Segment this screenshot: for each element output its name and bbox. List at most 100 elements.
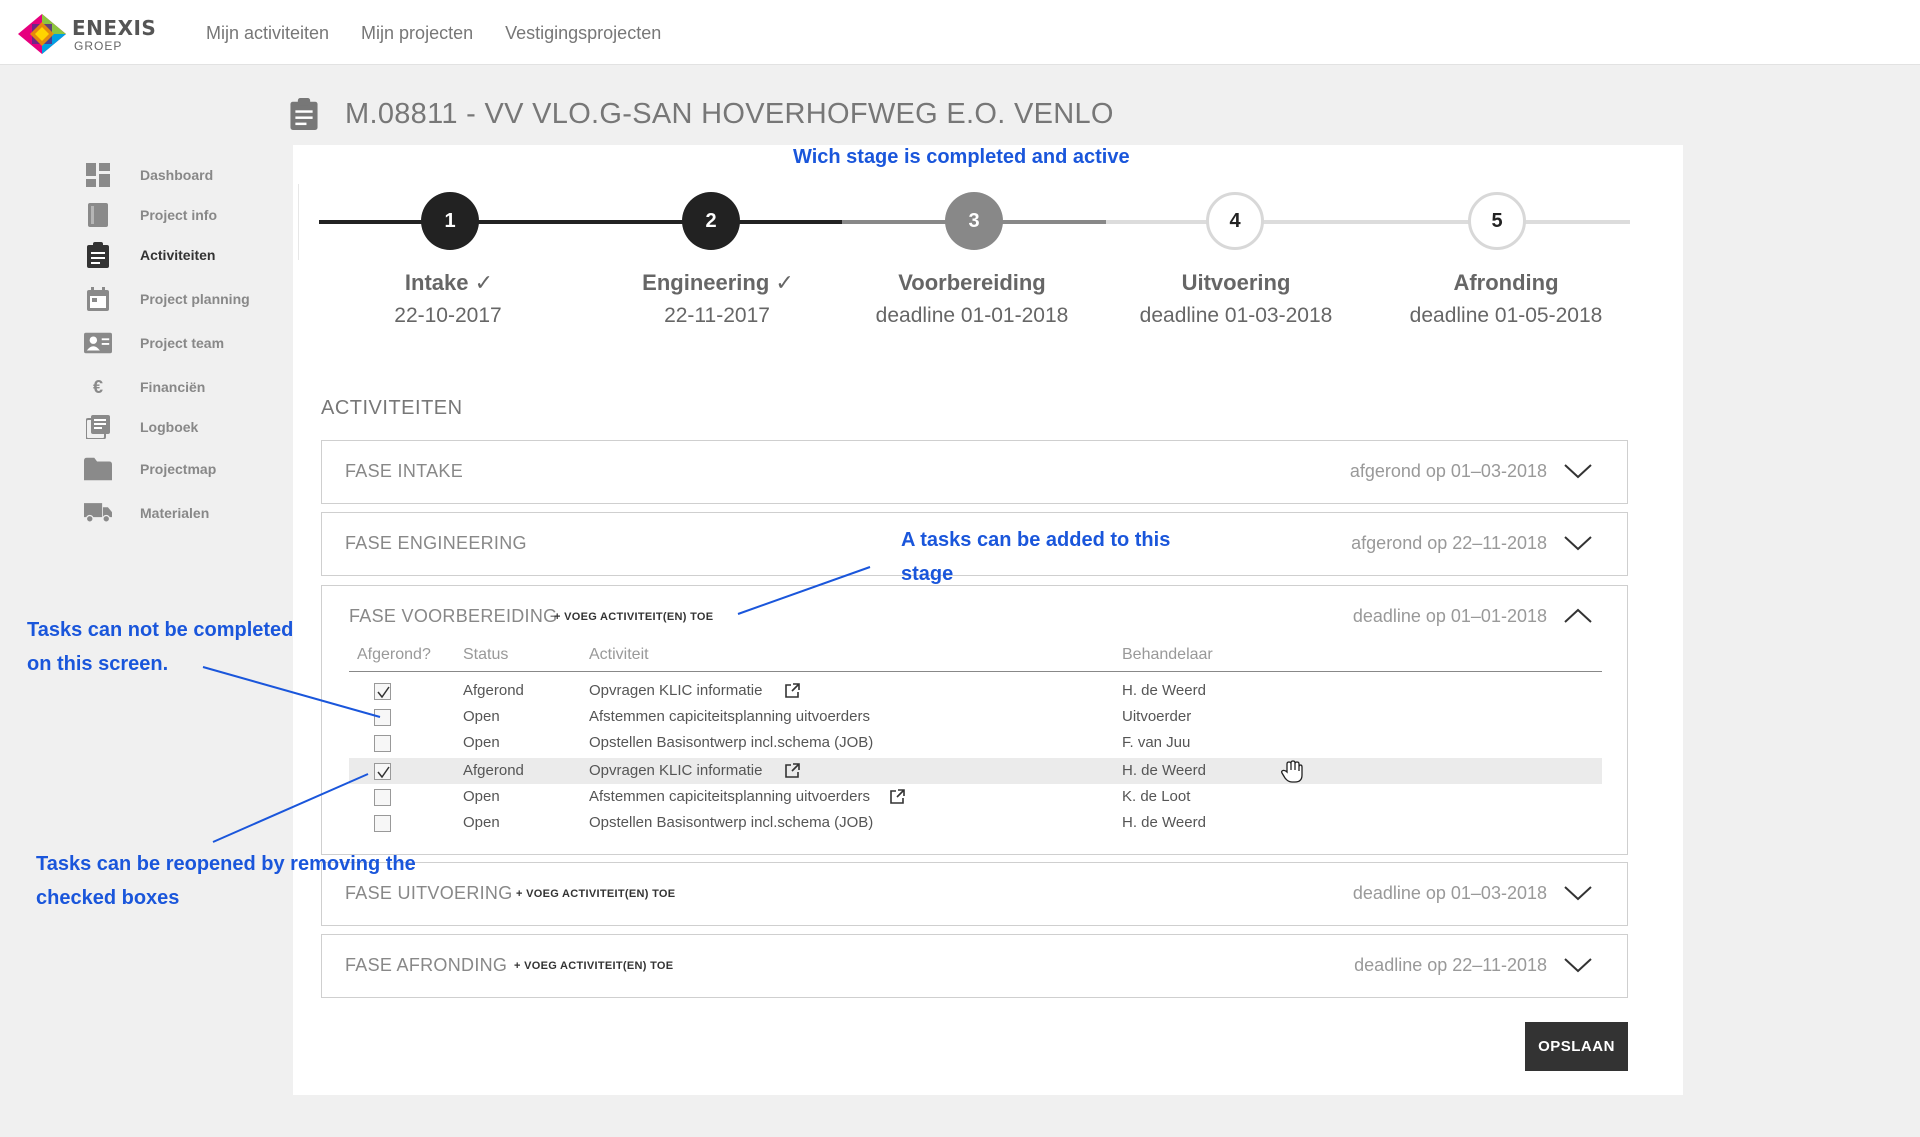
completed-checkbox[interactable] xyxy=(374,683,391,700)
sidebar-item-logboek[interactable]: Logboek xyxy=(84,407,198,447)
stepper-track-future xyxy=(1106,220,1630,224)
phase-uitvoering[interactable]: FASE UITVOERING + VOEG ACTIVITEIT(EN) TO… xyxy=(321,862,1628,926)
external-link-icon[interactable] xyxy=(784,762,801,779)
top-nav: Mijn activiteiten Mijn projecten Vestigi… xyxy=(206,23,661,44)
add-activity-button[interactable]: + VOEG ACTIVITEIT(EN) TOE xyxy=(516,888,675,900)
step-5-circle: 5 xyxy=(1468,192,1526,250)
phase-title: FASE INTAKE xyxy=(345,461,463,481)
sidebar-item-projectmap[interactable]: Projectmap xyxy=(84,449,216,489)
logo-subtitle: GROEP xyxy=(74,39,123,53)
add-activity-button[interactable]: + VOEG ACTIVITEIT(EN) TOE xyxy=(554,611,713,623)
sidebar-item-project-planning[interactable]: Project planning xyxy=(84,279,250,319)
sidebar-item-label: Activiteiten xyxy=(140,247,216,263)
phase-intake[interactable]: FASE INTAKE afgerond op 01–03-2018 xyxy=(321,440,1628,504)
step-5-date: deadline 01-05-2018 xyxy=(1409,304,1603,327)
sidebar-item-activiteiten[interactable]: Activiteiten xyxy=(84,235,215,275)
hand-cursor-icon xyxy=(1281,760,1303,783)
sidebar-item-financien[interactable]: € Financiën xyxy=(84,367,205,407)
phase-status: deadline op 22–11-2018 xyxy=(1354,955,1547,975)
chevron-down-icon[interactable] xyxy=(1563,533,1593,553)
step-4-circle: 4 xyxy=(1206,192,1264,250)
annotation-line: A tasks can be added to this xyxy=(901,529,1171,551)
nav-mijn-projecten[interactable]: Mijn projecten xyxy=(361,23,473,44)
top-bar: ENEXIS GROEP Mijn activiteiten Mijn proj… xyxy=(0,0,1920,65)
column-header-activiteit: Activiteit xyxy=(589,646,649,663)
save-button[interactable]: OPSLAAN xyxy=(1525,1022,1628,1071)
chevron-down-icon[interactable] xyxy=(1563,461,1593,481)
stepper-track-done xyxy=(319,220,842,224)
table-row[interactable]: Open Afstemmen capiciteitsplanning uitvo… xyxy=(349,784,1602,810)
row-activity: Afstemmen capiciteitsplanning uitvoerder… xyxy=(589,788,870,805)
annotation-line: stage xyxy=(901,563,954,585)
annotation-line: Tasks can not be completed xyxy=(27,619,294,641)
phase-title: FASE ENGINEERING xyxy=(345,533,527,553)
table-row[interactable]: Open Opstellen Basisontwerp incl.schema … xyxy=(349,810,1602,836)
nav-vestigingsprojecten[interactable]: Vestigingsprojecten xyxy=(505,23,661,44)
row-activity: Opvragen KLIC informatie xyxy=(589,762,763,779)
sidebar-item-label: Projectmap xyxy=(140,461,217,477)
table-row[interactable]: Afgerond Opvragen KLIC informatie H. de … xyxy=(349,758,1602,784)
chevron-down-icon[interactable] xyxy=(1563,955,1593,975)
clipboard-icon xyxy=(84,242,112,268)
completed-checkbox[interactable] xyxy=(374,709,391,726)
row-activity: Opstellen Basisontwerp incl.schema (JOB) xyxy=(589,814,874,831)
table-row[interactable]: Open Afstemmen capiciteitsplanning uitvo… xyxy=(349,704,1602,730)
euro-icon: € xyxy=(92,376,103,397)
enexis-logo[interactable]: ENEXIS GROEP xyxy=(18,14,178,54)
row-status: Open xyxy=(463,708,500,725)
column-header-status: Status xyxy=(463,646,509,663)
phase-status: afgerond op 01–03-2018 xyxy=(1349,461,1547,481)
external-link-icon[interactable] xyxy=(784,682,801,699)
folder-icon xyxy=(84,456,112,482)
step-5-name: Afronding xyxy=(1453,270,1559,295)
row-handler: H. de Weerd xyxy=(1122,814,1206,831)
sidebar-item-label: Materialen xyxy=(140,505,210,521)
phase-title: FASE AFRONDING xyxy=(345,955,508,975)
sidebar: Dashboard Project info Activiteiten Proj… xyxy=(84,155,250,533)
step-3-name: Voorbereiding xyxy=(898,270,1046,295)
completed-checkbox[interactable] xyxy=(374,735,391,752)
sidebar-item-label: Dashboard xyxy=(140,167,214,183)
checkmark-icon: ✓ xyxy=(474,270,494,295)
phase-status: deadline op 01–03-2018 xyxy=(1352,883,1547,903)
completed-checkbox[interactable] xyxy=(374,815,391,832)
phase-title: FASE VOORBEREIDING xyxy=(349,606,558,626)
phase-afronding[interactable]: FASE AFRONDING + VOEG ACTIVITEIT(EN) TOE… xyxy=(321,934,1628,998)
external-link-icon[interactable] xyxy=(889,788,906,805)
chevron-down-icon[interactable] xyxy=(1563,883,1593,903)
step-1-name: Intake ✓ xyxy=(319,270,579,296)
sidebar-item-label: Project team xyxy=(140,335,225,351)
nav-mijn-activiteiten[interactable]: Mijn activiteiten xyxy=(206,23,329,44)
phase-voorbereiding: FASE VOORBEREIDING + VOEG ACTIVITEIT(EN)… xyxy=(321,585,1628,855)
completed-checkbox[interactable] xyxy=(374,763,391,780)
table-row[interactable]: Afgerond Opvragen KLIC informatie H. de … xyxy=(349,678,1602,704)
step-1-circle: 1 xyxy=(421,192,479,250)
step-3-circle: 3 xyxy=(945,192,1003,250)
add-activity-button[interactable]: + VOEG ACTIVITEIT(EN) TOE xyxy=(514,960,673,972)
row-status: Afgerond xyxy=(463,762,524,779)
checkmark-icon: ✓ xyxy=(775,270,794,295)
column-header-afgerond: Afgerond? xyxy=(357,646,431,663)
table-row[interactable]: Open Opstellen Basisontwerp incl.schema … xyxy=(349,730,1602,756)
page-title: M.08811 - VV VLO.G-SAN HOVERHOFWEG E.O. … xyxy=(345,98,1114,130)
logo-diamond-icon xyxy=(18,14,66,54)
annotation-reopen: Tasks can be reopened by removing the ch… xyxy=(36,847,416,915)
annotation-stage: Wich stage is completed and active xyxy=(793,146,1130,168)
chevron-up-icon[interactable] xyxy=(1563,606,1593,626)
phase-status: afgerond op 22–11-2018 xyxy=(1351,533,1547,553)
sidebar-item-project-info[interactable]: Project info xyxy=(84,195,217,235)
row-activity: Opvragen KLIC informatie xyxy=(589,682,763,699)
annotation-add-task: A tasks can be added to this stage xyxy=(901,523,1170,591)
team-card-icon xyxy=(84,330,112,356)
truck-icon xyxy=(84,500,112,526)
row-status: Open xyxy=(463,788,500,805)
sidebar-item-dashboard[interactable]: Dashboard xyxy=(84,155,213,195)
step-2-label: Engineering xyxy=(642,270,770,295)
row-handler: H. de Weerd xyxy=(1122,682,1206,699)
book-icon xyxy=(84,202,112,228)
completed-checkbox[interactable] xyxy=(374,789,391,806)
dashboard-icon xyxy=(84,162,112,188)
row-handler: H. de Weerd xyxy=(1122,762,1206,779)
sidebar-item-materialen[interactable]: Materialen xyxy=(84,493,209,533)
sidebar-item-project-team[interactable]: Project team xyxy=(84,323,224,363)
